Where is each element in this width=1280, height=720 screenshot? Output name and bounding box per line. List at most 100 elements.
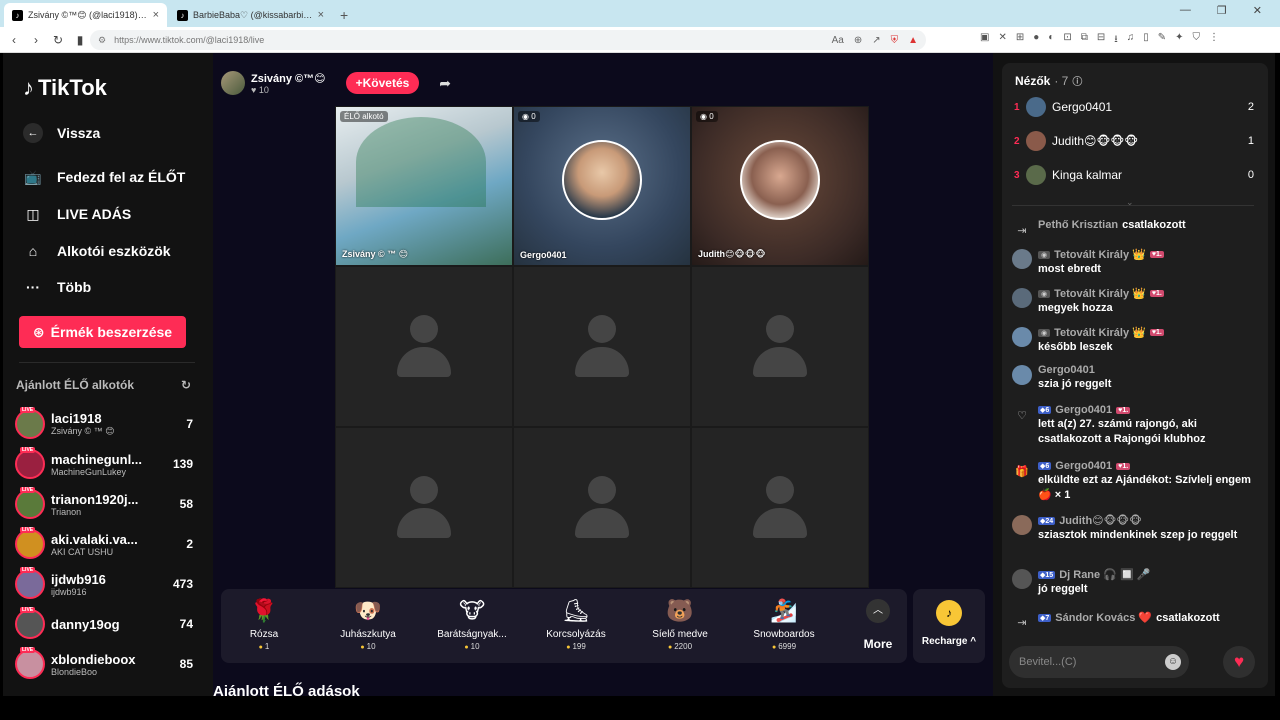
empty-guest-slot[interactable]	[691, 427, 869, 588]
close-window-icon[interactable]: ✕	[1253, 4, 1262, 17]
download-icon[interactable]: ⭳	[1114, 32, 1118, 49]
extension-icon[interactable]: ✕	[998, 32, 1006, 49]
chat-username[interactable]: Tetovált Király 👑	[1054, 287, 1146, 300]
edit-icon[interactable]: ✎	[1158, 32, 1166, 49]
extension-icon[interactable]: ▣	[980, 32, 989, 49]
chat-input[interactable]: Bevitel...(C) ☺	[1009, 646, 1189, 678]
chat-username[interactable]: Tetovált Király 👑	[1054, 326, 1146, 339]
browser-tab-active[interactable]: ♪ Zsivány ©™😊 (@laci1918) É... ×	[4, 3, 167, 27]
new-tab-icon[interactable]: +	[340, 7, 348, 23]
creator-list-item[interactable]: LIVE laci1918 Zsivány © ™ 😊 7	[15, 405, 193, 443]
chat-message[interactable]: ◉ Tetovált Király 👑 ♥1. megyek hozza	[1012, 287, 1257, 316]
nav-explore-live[interactable]: 📺 Fedezd fel az ÉLŐT	[23, 167, 185, 187]
empty-guest-slot[interactable]	[691, 266, 869, 427]
extension-icon[interactable]: ⧉	[1081, 32, 1088, 49]
chat-message[interactable]: ⇥ ◆7 Sándor Kovács ❤️ csatlakozott	[1012, 611, 1257, 632]
guest-score: 0	[709, 112, 714, 121]
chat-message[interactable]: ◉ Tetovált Király 👑 ♥1. később leszek	[1012, 326, 1257, 355]
creator-list-item[interactable]: LIVE danny19og 74	[15, 605, 193, 643]
site-info-icon[interactable]: ⚙	[98, 35, 106, 46]
follow-button[interactable]: +Követés	[345, 72, 420, 94]
sidebar-icon[interactable]: ▯	[1143, 32, 1149, 49]
chat-message[interactable]: 🎁 ◆6 Gergo0401 ♥1. elküldte ezt az Ajándéko…	[1012, 460, 1257, 503]
empty-guest-slot[interactable]	[513, 427, 691, 588]
top-viewer-row[interactable]: 2 Judith😊🐵🐵🐵 1	[1014, 129, 1254, 153]
share-arrow-icon[interactable]: ➦	[439, 75, 451, 92]
creator-list-item[interactable]: LIVE xblondieboox BlondieBoo 85	[15, 645, 193, 683]
more-gifts-button[interactable]: ︿ More	[853, 599, 903, 651]
nav-live[interactable]: ◫ LIVE ADÁS	[23, 204, 131, 224]
warning-icon[interactable]: ▲	[908, 35, 918, 46]
close-tab-icon[interactable]: ×	[153, 9, 159, 21]
fan-badge: ♥1.	[1149, 290, 1164, 297]
nav-more[interactable]: ··· Több	[23, 277, 91, 297]
creator-list-item[interactable]: LIVE aki.valaki.va... AKI CAT USHU 2	[15, 525, 193, 563]
chat-message[interactable]: ⇥ Pethő Krisztian csatlakozott	[1012, 219, 1257, 240]
url-field[interactable]: ⚙ https://www.tiktok.com/@laci1918/live …	[90, 30, 926, 50]
nav-creator-tools[interactable]: ⌂ Alkotói eszközök	[23, 241, 171, 261]
empty-guest-slot[interactable]	[335, 266, 513, 427]
extension-icon[interactable]: ⊟	[1097, 32, 1105, 49]
chat-username[interactable]: Gergo0401	[1055, 460, 1112, 472]
creator-list-item[interactable]: LIVE machinegunl... MachineGunLukey 139	[15, 445, 193, 483]
reload-icon[interactable]: ↻	[52, 33, 64, 47]
translate-icon[interactable]: Aa	[832, 35, 844, 46]
extension-icon[interactable]: ◐	[1048, 32, 1054, 49]
extension-icon[interactable]: ●	[1033, 32, 1039, 49]
chat-username[interactable]: Pethő Krisztian	[1038, 219, 1118, 231]
tiktok-logo[interactable]: ♪ TikTok	[23, 75, 107, 101]
chevron-down-icon[interactable]: ⌄	[1126, 197, 1134, 208]
close-tab-icon[interactable]: ×	[318, 9, 324, 21]
gift-item[interactable]: 🌹 Rózsa 1	[221, 597, 307, 651]
empty-guest-slot[interactable]	[513, 266, 691, 427]
empty-guest-slot[interactable]	[335, 427, 513, 588]
emoji-icon[interactable]: ☺	[1165, 654, 1181, 670]
chat-message[interactable]: Gergo0401 szia jó reggelt	[1012, 364, 1257, 392]
gift-item[interactable]: 🐮 Barátságnyak... 10	[429, 597, 515, 651]
gift-item[interactable]: 🐶 Juhászkutya 10	[325, 597, 411, 651]
like-heart-button[interactable]: ♥	[1223, 646, 1255, 678]
refresh-icon[interactable]: ↻	[181, 378, 191, 392]
host-name[interactable]: Zsivány ©™😊	[251, 72, 326, 85]
host-avatar[interactable]	[221, 71, 245, 95]
guest-cell[interactable]: ◉ 0 Gergo0401	[513, 106, 691, 266]
minimize-icon[interactable]: —	[1180, 4, 1191, 17]
chat-username[interactable]: Gergo0401	[1038, 364, 1095, 376]
gift-item[interactable]: 🏂 Snowboardos 6999	[741, 597, 827, 651]
chat-username[interactable]: Dj Rane 🎧 🔲 🎤	[1059, 568, 1150, 581]
chat-message[interactable]: ◆24 Judith😊🐵🐵🐵 sziasztok mindenkinek szep…	[1012, 514, 1257, 543]
help-icon[interactable]: ⓘ	[1072, 73, 1082, 88]
gift-item[interactable]: ⛸ Korcsolyázás 199	[533, 597, 619, 651]
chat-username[interactable]: Gergo0401	[1055, 404, 1112, 416]
shield-icon[interactable]: ⛨	[891, 35, 899, 46]
get-coins-button[interactable]: ⊛ Érmék beszerzése	[19, 316, 186, 348]
shield-icon[interactable]: ⛉	[1193, 32, 1201, 49]
chat-message[interactable]: ◉ Tetovált Király 👑 ♥1. most ebredt	[1012, 248, 1257, 277]
browser-tab[interactable]: ♪ BarbieBaba♡ (@kissabarbie) ÉLŐ ad... ×	[169, 3, 332, 27]
chat-message[interactable]: ◆15 Dj Rane 🎧 🔲 🎤 jó reggelt	[1012, 568, 1257, 597]
share-icon[interactable]: ↗	[872, 35, 880, 46]
zoom-icon[interactable]: ⊕	[854, 35, 862, 46]
forward-arrow-icon[interactable]: ›	[30, 33, 42, 47]
back-button[interactable]: ← Vissza	[23, 123, 100, 143]
chat-message[interactable]: ♡ ◆6 Gergo0401 ♥1. lett a(z) 27. számú rajo…	[1012, 404, 1257, 447]
maximize-icon[interactable]: ❐	[1217, 4, 1227, 17]
guest-cell[interactable]: ◉ 0 Judith😊🐵🐵🐵	[691, 106, 869, 266]
recharge-button[interactable]: ♪ Recharge ^	[913, 589, 985, 663]
music-icon[interactable]: ♫	[1127, 32, 1135, 49]
chat-username[interactable]: Tetovált Király 👑	[1054, 248, 1146, 261]
gift-item[interactable]: 🐻 Síelő medve 2200	[637, 597, 723, 651]
bookmark-icon[interactable]: ▮	[74, 33, 86, 47]
menu-icon[interactable]: ⋮	[1209, 32, 1219, 49]
creator-list-item[interactable]: LIVE ijdwb916 ijdwb916 473	[15, 565, 193, 603]
chat-username[interactable]: Sándor Kovács ❤️	[1055, 611, 1152, 624]
guest-cell-host[interactable]: ÉLŐ alkotó Zsivány © ™ 😊	[335, 106, 513, 266]
top-viewer-row[interactable]: 1 Gergo0401 2	[1014, 95, 1254, 119]
back-arrow-icon[interactable]: ‹	[8, 33, 20, 47]
top-viewer-row[interactable]: 3 Kinga kalmar 0	[1014, 163, 1254, 187]
creator-list-item[interactable]: LIVE trianon1920j... Trianon 58	[15, 485, 193, 523]
extension-icon[interactable]: ⊡	[1063, 32, 1071, 49]
puzzle-icon[interactable]: ✦	[1175, 32, 1183, 49]
extension-icon[interactable]: ⊞	[1016, 32, 1024, 49]
chat-username[interactable]: Judith😊🐵🐵🐵	[1059, 514, 1142, 527]
